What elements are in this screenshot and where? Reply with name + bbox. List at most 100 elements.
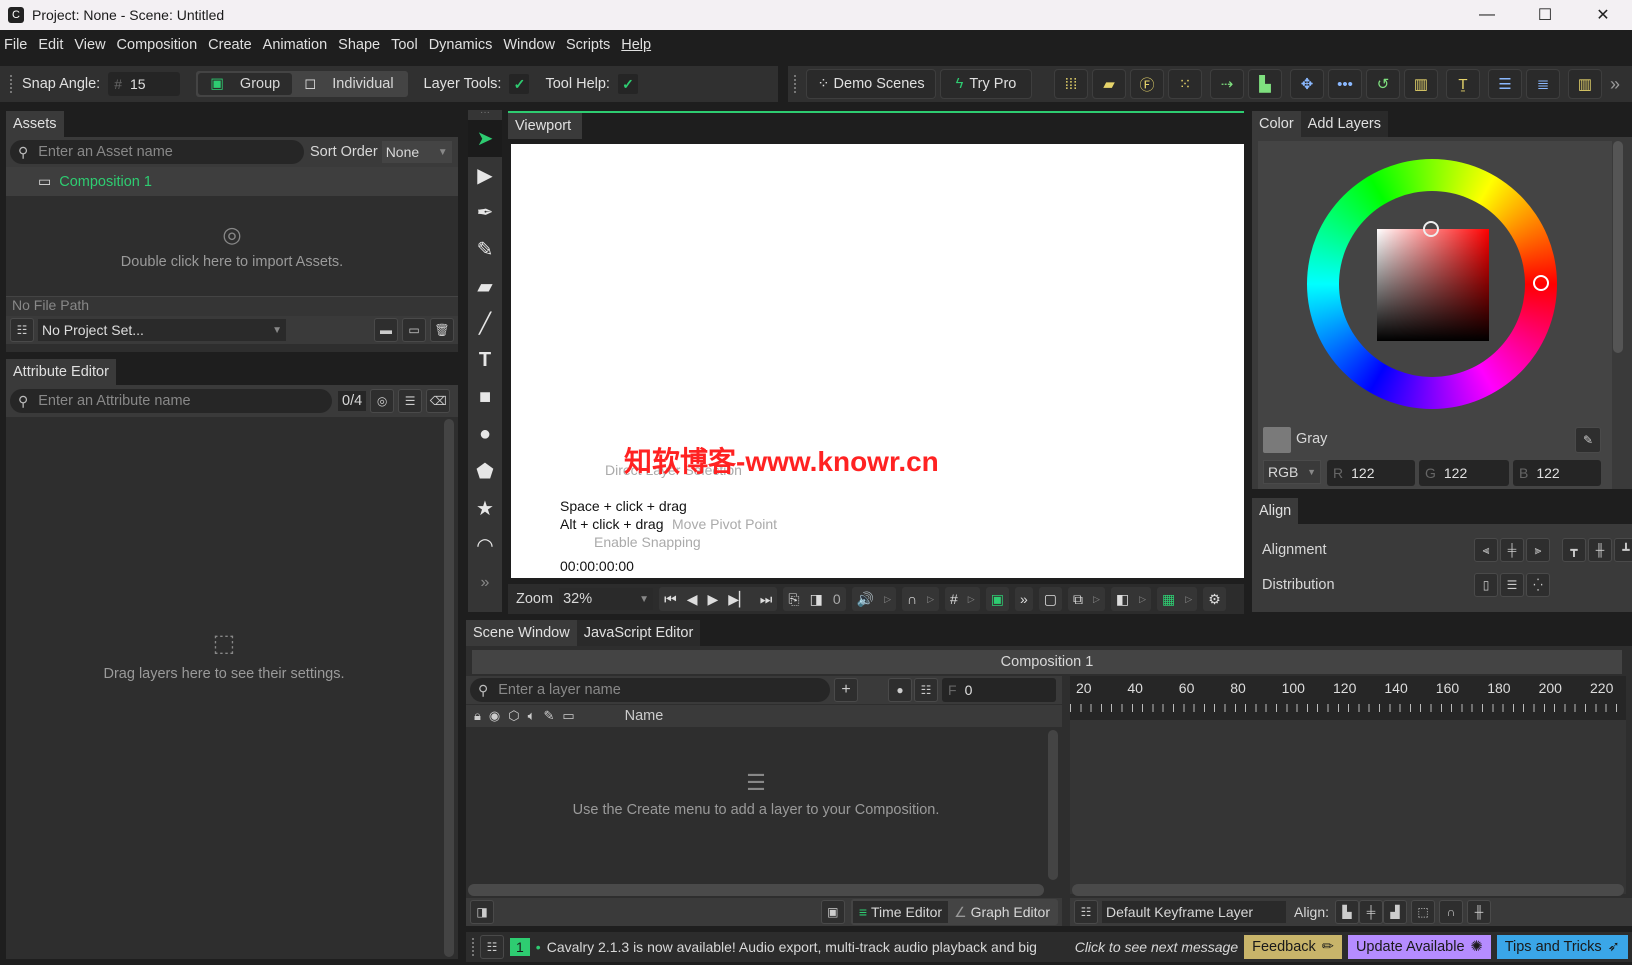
menu-animation[interactable]: Animation	[263, 37, 327, 53]
tab-color[interactable]: Color	[1252, 111, 1301, 137]
monitor-icon[interactable]: ▭	[402, 318, 426, 342]
color-mode-select[interactable]: RGB ▼	[1263, 460, 1321, 484]
timeline-ruler[interactable]: 20 40 60 80 100 120 140 160 180 200 220	[1070, 676, 1626, 720]
sequence-icon[interactable]: ≣	[1526, 69, 1560, 99]
align-right-icon[interactable]: ⫸	[1526, 538, 1550, 562]
menu-file[interactable]: File	[4, 37, 27, 53]
layout-icon[interactable]: ▣	[986, 591, 1009, 608]
next-message-link[interactable]: Click to see next message	[1075, 939, 1238, 955]
align-left-icon[interactable]: ▙	[1248, 69, 1282, 99]
audio-menu-icon[interactable]: ▷	[879, 594, 896, 605]
loop-icon[interactable]: ⎘	[783, 591, 804, 608]
direct-select-tool-icon[interactable]: ▶	[468, 157, 502, 194]
tab-scene-window[interactable]: Scene Window	[466, 620, 577, 646]
star-tool-icon[interactable]: ★	[468, 490, 502, 527]
checker-icon[interactable]: ▦	[1157, 591, 1180, 608]
align-bottom-icon[interactable]: ┻	[1614, 538, 1632, 562]
key-magnet-icon[interactable]: ∩	[1439, 900, 1464, 924]
minimize-button[interactable]: —	[1458, 0, 1516, 30]
solo-icon[interactable]: ▣	[820, 900, 845, 924]
menu-composition[interactable]: Composition	[117, 37, 198, 53]
step-forward-icon[interactable]: ▶▏	[723, 591, 755, 608]
tag-icon[interactable]: ▭	[562, 708, 574, 724]
attribute-scrollbar[interactable]	[444, 419, 454, 957]
clear-icon[interactable]: ⌫	[426, 389, 451, 413]
motion-blur-toggle-icon[interactable]: ●	[888, 678, 912, 702]
tab-assets[interactable]: Assets	[6, 111, 64, 137]
checker-menu-icon[interactable]: ▷	[1180, 594, 1197, 605]
message-log-icon[interactable]: ☷	[480, 935, 504, 959]
select-tool-icon[interactable]: ➤	[468, 120, 502, 157]
maximize-button[interactable]: ☐	[1516, 0, 1574, 30]
hue-cursor[interactable]	[1533, 275, 1549, 291]
tab-javascript-editor[interactable]: JavaScript Editor	[576, 620, 701, 646]
menu-help[interactable]: Help	[621, 37, 651, 53]
distribute-cross-icon[interactable]: ✥	[1290, 69, 1324, 99]
eye-icon[interactable]: ◉	[489, 708, 500, 724]
project-browser-icon[interactable]: ☷	[10, 318, 34, 342]
demo-scenes-button[interactable]: ⁘ Demo Scenes	[806, 69, 936, 99]
menu-scripts[interactable]: Scripts	[566, 37, 610, 53]
film-strip-icon[interactable]: ▥	[1404, 69, 1438, 99]
tab-viewport[interactable]: Viewport	[508, 113, 582, 139]
step-back-icon[interactable]: ◀	[682, 591, 703, 608]
layers-stack-icon[interactable]: ⧉	[1068, 591, 1088, 608]
viewport-canvas[interactable]: Direct Layer Selection Space + click + d…	[511, 144, 1244, 578]
last-frame-icon[interactable]: ⏭	[755, 591, 778, 608]
extrude-icon[interactable]: ▰	[1092, 69, 1126, 99]
try-pro-button[interactable]: ϟ Try Pro	[940, 69, 1032, 99]
distribute-row-icon[interactable]: •••	[1328, 69, 1362, 99]
status-message[interactable]: Cavalry 2.1.3 is now available! Audio ex…	[547, 939, 1069, 955]
magnet-icon[interactable]: ∩	[902, 591, 922, 607]
snap-menu-icon[interactable]: ▷	[922, 594, 939, 605]
red-input[interactable]: R 122	[1327, 460, 1415, 486]
key-align-right-icon[interactable]: ▟	[1383, 900, 1408, 924]
tab-attribute-editor[interactable]: Attribute Editor	[6, 359, 116, 385]
eyedropper-icon[interactable]: ✎	[1575, 427, 1601, 453]
rotate-arc-icon[interactable]: ↺	[1366, 69, 1400, 99]
grid-menu-icon[interactable]: ▷	[963, 594, 980, 605]
group-mode-button[interactable]: ▣ Group	[198, 73, 293, 95]
text-tool-icon[interactable]: T	[468, 342, 502, 379]
scatter-icon[interactable]: ⁙	[1168, 69, 1202, 99]
snap-angle-input[interactable]: # 15	[108, 72, 181, 96]
expand-tools-icon[interactable]: »	[468, 564, 502, 601]
asset-drop-area[interactable]: ◎ Double click here to import Assets.	[6, 196, 458, 296]
toolstrip-grip[interactable]: ···	[468, 108, 502, 120]
blue-input[interactable]: B 122	[1513, 460, 1601, 486]
motion-blur-icon[interactable]: »	[1015, 591, 1033, 607]
keyframe-layer-icon[interactable]: ☷	[1074, 900, 1098, 924]
sort-order-select[interactable]: None ▼	[381, 141, 452, 163]
zoom-select[interactable]: 32% ▼	[559, 588, 654, 610]
attribute-search-input[interactable]: ⚲ Enter an Attribute name	[10, 389, 332, 413]
text-on-path-icon[interactable]: Ṯ	[1446, 69, 1480, 99]
audio-icon[interactable]: 🔊	[852, 591, 879, 608]
align-hcenter-icon[interactable]: ╪	[1500, 538, 1524, 562]
layer-hscrollbar[interactable]	[468, 884, 1044, 896]
toolbar-grip[interactable]	[10, 75, 12, 93]
add-layer-icon[interactable]: +	[834, 678, 858, 702]
close-button[interactable]: ✕	[1574, 0, 1632, 30]
distribute-vertical-icon[interactable]: ☰	[1500, 573, 1524, 597]
grid-duplicator-icon[interactable]: ⁞⁞⁞	[1054, 69, 1088, 99]
distribute-grid-icon[interactable]: ⁛	[1526, 573, 1550, 597]
layer-tools-checkbox[interactable]: ✓	[509, 74, 530, 94]
eyedropper-icon[interactable]: ✎	[543, 708, 554, 724]
tool-help-checkbox[interactable]: ✓	[617, 74, 638, 94]
timeline-area[interactable]	[1070, 720, 1626, 894]
graph-editor-tab[interactable]: ∠ Graph Editor	[948, 901, 1056, 923]
columns-icon[interactable]: ▥	[1568, 69, 1602, 99]
tips-button[interactable]: Tips and Tricks ➶	[1496, 935, 1628, 959]
pick-layer-icon[interactable]: ◎	[370, 389, 395, 413]
distribute-horizontal-icon[interactable]: ▯	[1474, 573, 1498, 597]
individual-mode-button[interactable]: ◻ Individual	[292, 73, 405, 95]
color-swatch[interactable]	[1263, 427, 1291, 453]
asset-search-input[interactable]: ⚲ Enter an Asset name	[10, 140, 304, 164]
menu-shape[interactable]: Shape	[338, 37, 380, 53]
tag-filter-icon[interactable]: ◨	[470, 900, 494, 924]
pen-tool-icon[interactable]: ✒	[468, 194, 502, 231]
lock-icon[interactable]: 🔒︎	[474, 708, 481, 724]
project-select[interactable]: No Project Set... ▼	[38, 319, 286, 341]
key-split-icon[interactable]: ╫	[1467, 900, 1492, 924]
update-available-button[interactable]: Update Available ✺	[1347, 935, 1491, 959]
